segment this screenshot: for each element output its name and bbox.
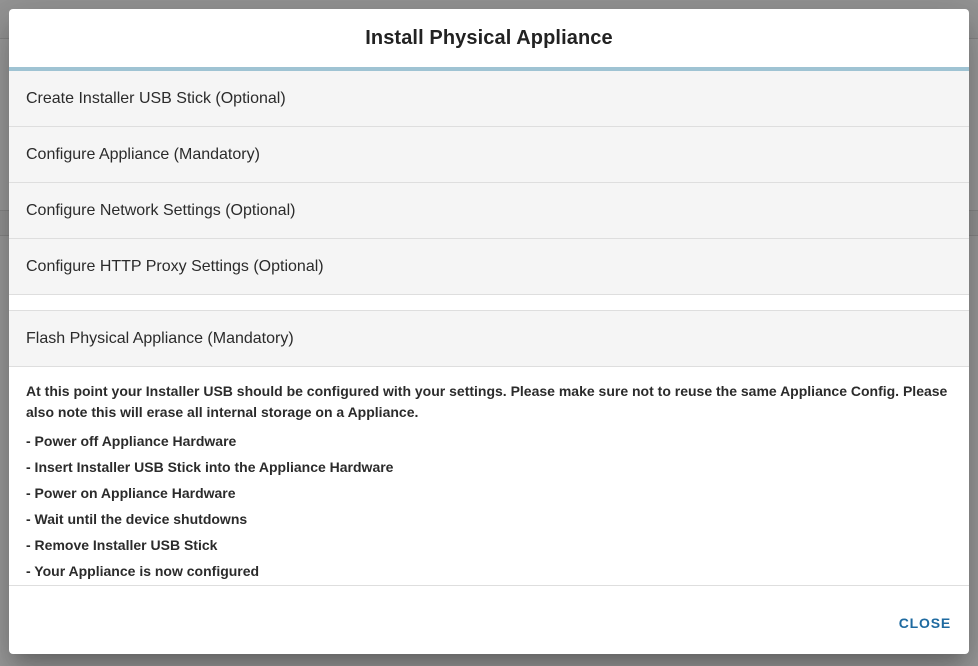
instruction-item: - Power off Appliance Hardware: [26, 433, 237, 449]
dialog-title: Install Physical Appliance: [9, 9, 969, 71]
step-configure-appliance[interactable]: Configure Appliance (Mandatory): [9, 127, 969, 183]
instruction-item: - Your Appliance is now configured: [26, 563, 260, 579]
stepper: Create Installer USB Stick (Optional) Co…: [9, 71, 969, 586]
instruction-item: - Wait until the device shutdowns: [26, 511, 248, 527]
close-button[interactable]: CLOSE: [899, 615, 951, 631]
step-flash-content: At this point your Installer USB should …: [9, 367, 969, 586]
install-appliance-dialog: Install Physical Appliance Create Instal…: [9, 9, 969, 654]
instruction-item: - Insert Installer USB Stick into the Ap…: [26, 459, 394, 475]
dialog-actions: CLOSE: [9, 600, 969, 654]
step-divider: [9, 295, 969, 311]
flash-intro-text: At this point your Installer USB should …: [26, 383, 948, 420]
instruction-item: - Remove Installer USB Stick: [26, 537, 218, 553]
instruction-item: - Power on Appliance Hardware: [26, 485, 236, 501]
step-create-usb[interactable]: Create Installer USB Stick (Optional): [9, 71, 969, 127]
step-http-proxy[interactable]: Configure HTTP Proxy Settings (Optional): [9, 239, 969, 295]
step-network-settings[interactable]: Configure Network Settings (Optional): [9, 183, 969, 239]
step-flash-appliance[interactable]: Flash Physical Appliance (Mandatory): [9, 311, 969, 367]
